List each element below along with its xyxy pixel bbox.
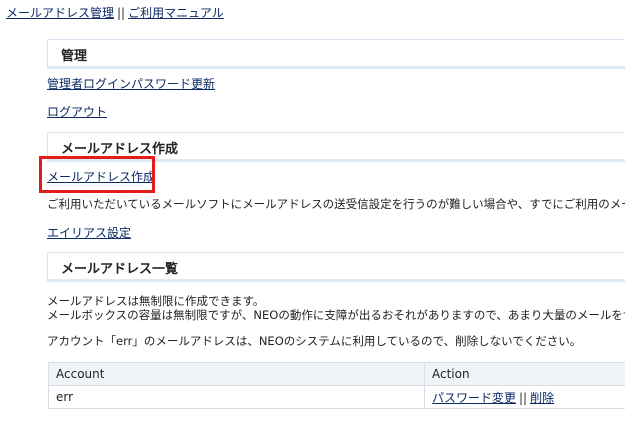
table-row: err パスワード変更 || 削除: [48, 385, 625, 409]
column-header-account: Account: [48, 362, 425, 386]
section-title-create: メールアドレス作成: [61, 142, 179, 157]
list-warning: アカウント「err」のメールアドレスは、NEOのシステムに利用しているので、削除…: [47, 334, 582, 348]
accounts-table: Account Action err パスワード変更 || 削除: [48, 362, 625, 409]
manual-link[interactable]: ご利用マニュアル: [128, 6, 224, 20]
create-description: ご利用いただいているメールソフトにメールアドレスの送受信設定を行うのが難しい場合…: [47, 197, 625, 211]
delete-link[interactable]: 削除: [530, 391, 554, 405]
column-header-action: Action: [424, 362, 625, 386]
table-header-row: Account Action: [48, 362, 625, 386]
list-info-line-2: メールボックスの容量は無制限ですが、NEOの動作に支障が出るおそれがありますので…: [47, 308, 625, 322]
page: メールアドレス管理 || ご利用マニュアル 管理 管理者ログインパスワード更新 ログ…: [0, 0, 625, 434]
section-header-admin: 管理: [47, 39, 625, 69]
alias-settings-link[interactable]: エイリアス設定: [47, 224, 131, 241]
mail-admin-link[interactable]: メールアドレス管理: [6, 6, 114, 20]
action-separator: ||: [519, 390, 528, 405]
action-cell: パスワード変更 || 削除: [424, 385, 625, 409]
highlight-box: [39, 156, 155, 193]
logout-link[interactable]: ログアウト: [47, 103, 107, 120]
top-navigation: メールアドレス管理 || ご利用マニュアル: [6, 4, 224, 21]
account-cell: err: [48, 385, 425, 409]
change-password-link[interactable]: パスワード変更: [432, 391, 516, 405]
section-title-list: メールアドレス一覧: [61, 262, 179, 277]
nav-separator: ||: [117, 6, 126, 20]
section-header-list: メールアドレス一覧: [47, 252, 625, 282]
section-title-admin: 管理: [61, 49, 88, 64]
change-admin-password-link[interactable]: 管理者ログインパスワード更新: [47, 75, 215, 92]
